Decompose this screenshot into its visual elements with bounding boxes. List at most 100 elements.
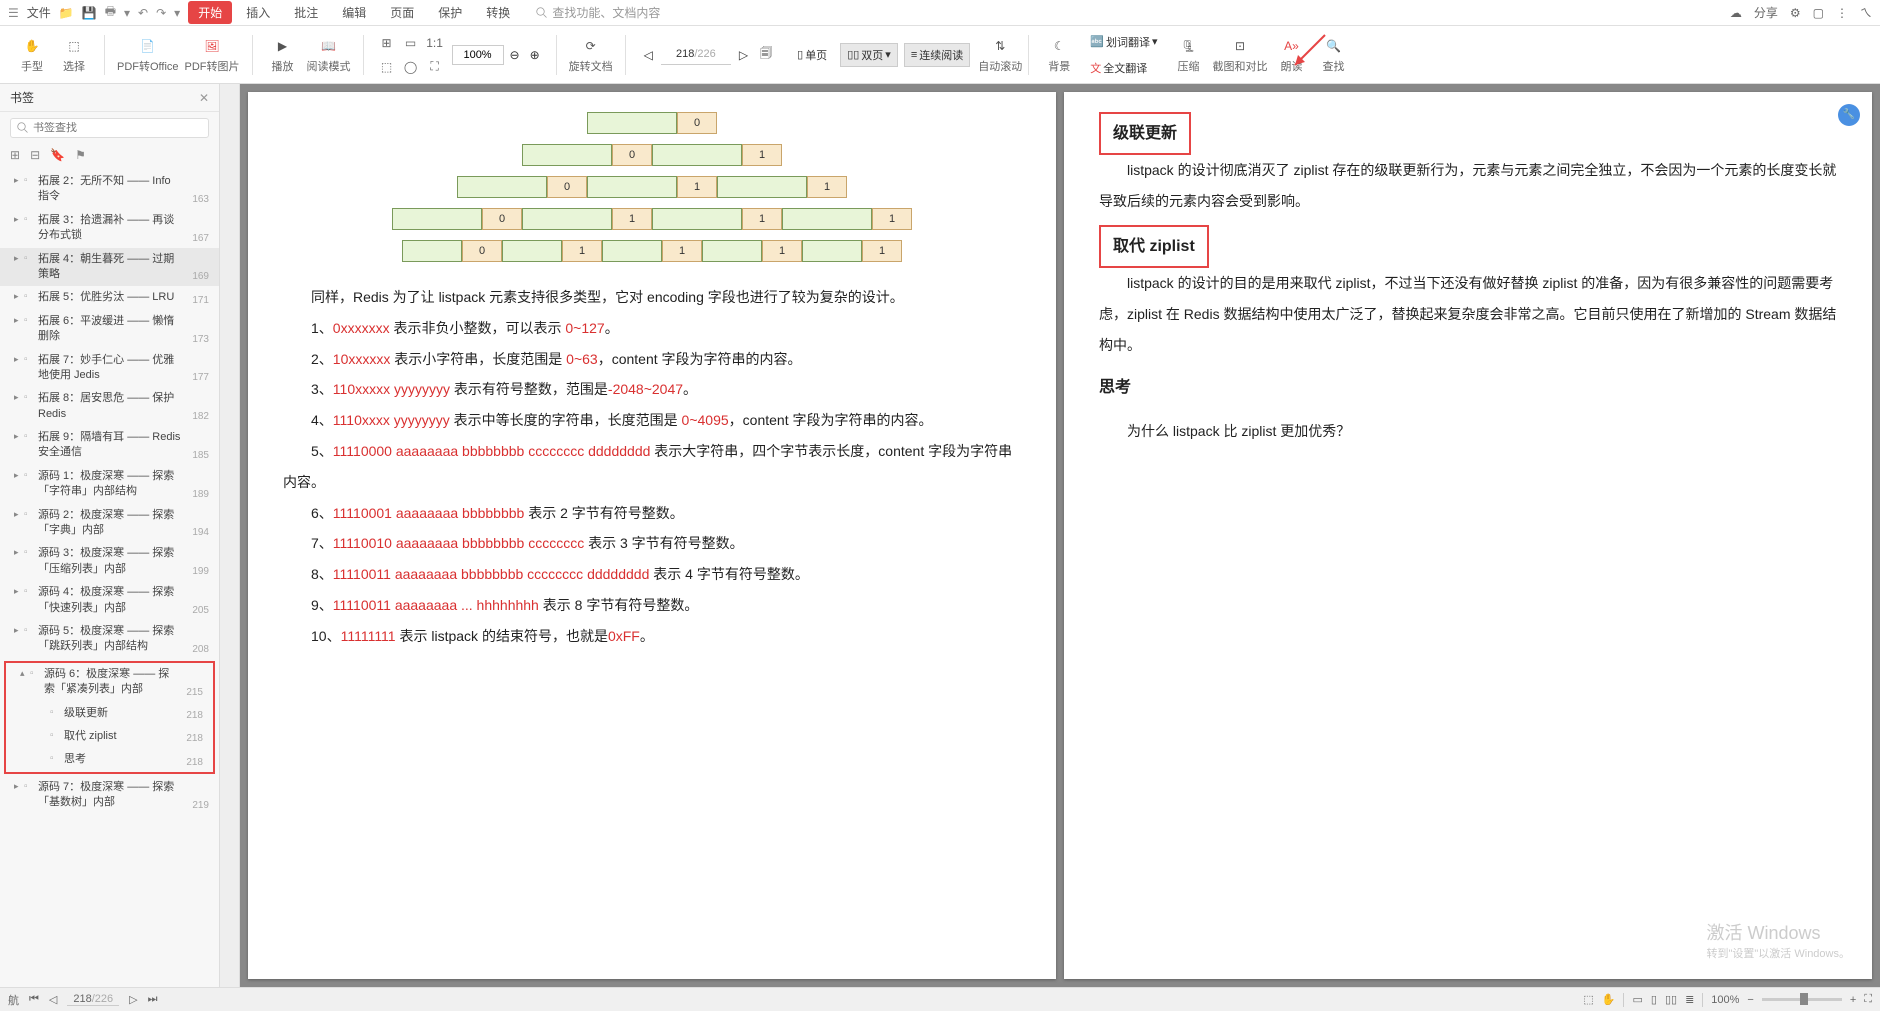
bookmark-item[interactable]: ▫思考218 [6,748,213,771]
play-button[interactable]: ▶ 播放 [265,36,301,74]
first-page-icon[interactable]: ⏮ [29,993,39,1006]
file-menu[interactable]: 文件 [27,4,51,21]
bookmarks-list[interactable]: ▸▫拓展 2：无所不知 —— Info 指令163▸▫拓展 3：拾遗漏补 —— … [0,166,219,987]
collapse-icon[interactable]: ㄟ [1860,4,1872,21]
chevron-icon[interactable]: ▸ [14,469,22,482]
double-page-btn[interactable]: ▯▯双页▾ [840,43,898,67]
zoom-control[interactable]: ⊖ ⊕ [452,45,544,65]
float-badge-icon[interactable]: 🔧 [1838,104,1860,126]
chevron-icon[interactable]: ▸ [14,780,22,793]
zoom-out-icon[interactable]: ⊖ [506,48,524,62]
bookmark-item[interactable]: ▸▫拓展 3：拾遗漏补 —— 再谈分布式锁167 [0,209,219,248]
single-page-btn[interactable]: ▯单页 [790,43,834,67]
marquee-zoom-icon[interactable]: ⬚ [1583,993,1593,1006]
chevron-icon[interactable]: ▸ [14,546,22,559]
chevron-icon[interactable]: ▸ [14,213,22,226]
menu-button[interactable]: ☰ [8,6,19,20]
zoom-in-icon[interactable]: ⊕ [526,48,544,62]
share-button[interactable]: 分享 [1754,4,1778,21]
cloud-icon[interactable]: ☁ [1730,6,1742,20]
save-icon[interactable]: 💾 [82,6,97,20]
folder-icon[interactable]: 📁 [59,6,74,20]
bookmark-item[interactable]: ▸▫拓展 9：隔墙有耳 —— Redis 安全通信185 [0,426,219,465]
print-icon[interactable]: 🖶 [105,2,116,23]
zoom-slider[interactable] [1762,998,1842,1001]
more-menu-icon[interactable]: ⋮ [1836,6,1848,20]
bookmark-flag-icon[interactable]: ⚑ [75,148,86,162]
chevron-icon[interactable]: ▸ [14,353,22,366]
chevron-icon[interactable]: ▸ [14,290,22,303]
bookmarks-search[interactable] [10,118,209,138]
read-mode[interactable]: 📖 阅读模式 [307,36,351,74]
chevron-icon[interactable]: ▸ [14,585,22,598]
single-page-status-icon[interactable]: ▯ [1651,993,1657,1006]
tab-page[interactable]: 页面 [380,1,424,24]
tab-convert[interactable]: 转换 [476,1,520,24]
find-btn[interactable]: 🔍 查找 [1315,36,1351,74]
tab-protect[interactable]: 保护 [428,1,472,24]
full-translate[interactable]: 文全文翻译 [1083,56,1164,80]
pdf-to-office[interactable]: 📄 PDF转Office [117,36,179,74]
bookmark-item[interactable]: ▸▫源码 2：极度深寒 —— 探索「字典」内部194 [0,504,219,543]
prev-page-icon[interactable]: ◁ [49,993,57,1006]
page-indicator[interactable]: 218/226 [67,993,119,1006]
chevron-icon[interactable]: ▸ [14,624,22,637]
tab-edit[interactable]: 编辑 [332,1,376,24]
expand-all-icon[interactable]: ⊞ [10,148,20,162]
fit-width-icon[interactable]: ⊞ [376,32,398,54]
zoom-out-status-icon[interactable]: − [1747,994,1753,1006]
fit-page-icon[interactable]: ▭ [400,32,422,54]
page-input[interactable]: 218/226 [661,45,731,65]
bookmark-item[interactable]: ▸▫拓展 7：妙手仁心 —— 优雅地使用 Jedis177 [0,349,219,388]
bookmark-item[interactable]: ▴▫源码 6：极度深寒 —— 探索「紧凑列表」内部215 [6,663,213,702]
hand-pan-icon[interactable]: ✋ [1602,993,1616,1006]
document-viewer[interactable]: 001011011101111 同样，Redis 为了让 listpack 元素… [240,84,1880,987]
page-menu-icon[interactable]: 🗐 [756,44,776,65]
marquee-icon[interactable]: ⬚ [376,56,398,78]
bookmark-item[interactable]: ▸▫拓展 4：朝生暮死 —— 过期策略169 [0,248,219,287]
gear-icon[interactable]: ⚙ [1790,6,1801,20]
bookmark-item[interactable]: ▫级联更新218 [6,702,213,725]
rotate-doc[interactable]: ⟳ 旋转文档 [569,36,613,74]
window-icon[interactable]: ▢ [1813,6,1824,20]
undo-icon[interactable]: ↶ [138,6,148,20]
double-page-status-icon[interactable]: ▯▯ [1665,993,1677,1006]
tab-start[interactable]: 开始 [188,1,232,24]
chevron-icon[interactable]: ▸ [14,174,22,187]
tab-insert[interactable]: 插入 [236,1,280,24]
select-tool[interactable]: ⬚ 选择 [56,36,92,74]
bookmark-item[interactable]: ▸▫拓展 8：居安思危 —— 保护 Redis182 [0,387,219,426]
background-btn[interactable]: ☾ 背景 [1041,36,1077,74]
continuous-btn[interactable]: ≡连续阅读 [904,43,970,67]
dropdown-icon[interactable]: ▾ [124,6,130,20]
bookmark-item[interactable]: ▸▫源码 7：极度深寒 —— 探索「基数树」内部219 [0,776,219,815]
chevron-icon[interactable]: ▸ [14,508,22,521]
chevron-icon[interactable]: ▸ [14,314,22,327]
tab-annotate[interactable]: 批注 [284,1,328,24]
chevron-icon[interactable]: ▸ [14,391,22,404]
bookmark-item[interactable]: ▸▫源码 3：极度深寒 —— 探索「压缩列表」内部199 [0,542,219,581]
bookmark-item[interactable]: ▸▫源码 1：极度深寒 —— 探索「字符串」内部结构189 [0,465,219,504]
bookmark-item[interactable]: ▸▫源码 5：极度深寒 —— 探索「跳跃列表」内部结构208 [0,620,219,659]
more-icon[interactable]: ▾ [174,6,180,20]
bookmark-item[interactable]: ▸▫拓展 5：优胜劣汰 —— LRU171 [0,286,219,309]
zoom-input[interactable] [452,45,504,65]
zoom-in-status-icon[interactable]: + [1850,994,1856,1006]
next-page-icon[interactable]: ▷ [733,48,754,62]
chevron-icon[interactable]: ▸ [14,430,22,443]
redo-icon[interactable]: ↷ [156,6,166,20]
bookmark-add-icon[interactable]: 🔖 [50,148,65,162]
hand-tool[interactable]: ✋ 手型 [14,36,50,74]
pdf-to-image[interactable]: 🖼 PDF转图片 [185,36,240,74]
fit-width-status-icon[interactable]: ▭ [1632,993,1642,1006]
fullscreen-status-icon[interactable]: ⛶ [1864,993,1872,1006]
actual-size-icon[interactable]: 1:1 [424,32,446,54]
bookmark-item[interactable]: ▸▫源码 4：极度深寒 —— 探索「快速列表」内部205 [0,581,219,620]
fullscreen-icon[interactable]: ⛶ [424,56,446,78]
prev-page-icon[interactable]: ◁ [638,48,659,62]
bookmarks-search-input[interactable] [33,122,202,134]
bookmark-item[interactable]: ▸▫拓展 6：平波缓进 —— 懒惰删除173 [0,310,219,349]
close-icon[interactable]: ✕ [199,91,209,105]
bookmark-item[interactable]: ▸▫拓展 2：无所不知 —— Info 指令163 [0,170,219,209]
continuous-status-icon[interactable]: ≣ [1685,993,1694,1006]
